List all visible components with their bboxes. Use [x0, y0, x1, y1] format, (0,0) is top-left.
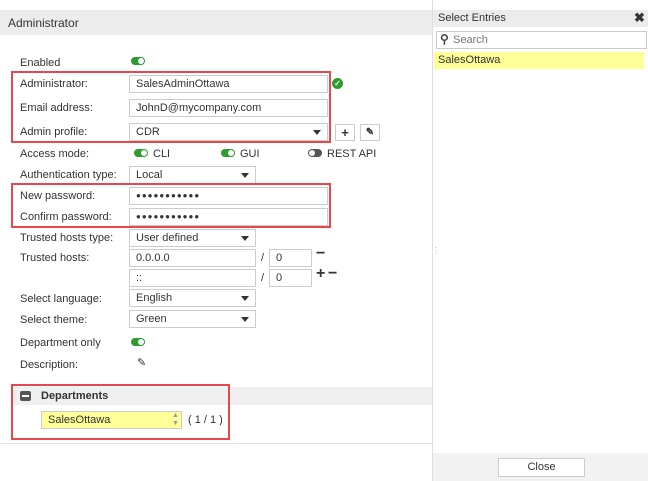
remove-host-button[interactable]: − — [328, 265, 337, 283]
language-label: Select language: — [20, 293, 102, 305]
edit-description-icon[interactable]: ✎ — [137, 356, 146, 369]
administrator-label: Administrator: — [20, 78, 88, 90]
theme-label: Select theme: — [20, 314, 88, 326]
add-profile-button[interactable]: + — [335, 124, 355, 141]
search-box[interactable]: ⚲ — [436, 31, 647, 49]
new-password-label: New password: — [20, 190, 96, 202]
department-only-label: Department only — [20, 337, 101, 349]
email-label: Email address: — [20, 102, 93, 114]
description-label: Description: — [20, 359, 79, 371]
trusted-host-ip-input[interactable]: 0.0.0.0 — [129, 249, 256, 267]
theme-select[interactable]: Green — [129, 310, 256, 328]
department-only-toggle[interactable] — [131, 338, 145, 346]
confirm-password-label: Confirm password: — [20, 211, 112, 223]
close-icon[interactable]: ✖ — [634, 10, 645, 26]
rest-api-label: REST API — [327, 148, 377, 160]
language-select[interactable]: English — [129, 289, 256, 307]
close-button[interactable]: Close — [498, 458, 585, 477]
add-host-button[interactable]: + — [316, 265, 325, 283]
enabled-toggle[interactable] — [131, 57, 145, 65]
trusted-hosts-label: Trusted hosts: — [20, 252, 90, 264]
administrator-input[interactable]: SalesAdminOttawa — [129, 75, 328, 93]
auth-type-label: Authentication type: — [20, 169, 117, 181]
remove-host-button[interactable]: − — [316, 245, 325, 263]
admin-profile-select[interactable]: CDR — [129, 123, 328, 141]
new-password-input[interactable]: ●●●●●●●●●●● — [129, 187, 328, 205]
edit-profile-button[interactable]: ✎ — [360, 124, 380, 141]
search-input[interactable] — [453, 33, 643, 47]
email-input[interactable]: JohnD@mycompany.com — [129, 99, 328, 117]
highlight-box — [11, 384, 230, 440]
auth-type-select[interactable]: Local — [129, 166, 256, 184]
divider — [0, 443, 432, 444]
page-title: Administrator — [8, 16, 79, 30]
resize-handle[interactable]: ⋮ — [432, 246, 440, 255]
trusted-host-mask-input[interactable]: 0 — [269, 249, 312, 267]
admin-profile-label: Admin profile: — [20, 126, 88, 138]
check-icon: ✓ — [332, 78, 343, 89]
trusted-hosts-type-select[interactable]: User defined — [129, 229, 256, 247]
gui-label: GUI — [240, 148, 260, 160]
edit-icon: ✎ — [365, 127, 375, 138]
cli-label: CLI — [153, 148, 171, 160]
trusted-hosts-type-label: Trusted hosts type: — [20, 232, 114, 244]
plus-icon: + — [341, 125, 349, 140]
trusted-host-mask-input[interactable]: 0 — [269, 269, 312, 287]
slash: / — [261, 252, 265, 264]
panel-divider — [432, 0, 433, 481]
confirm-password-input[interactable]: ●●●●●●●●●●● — [129, 208, 328, 226]
search-icon: ⚲ — [440, 32, 449, 46]
gui-toggle[interactable] — [221, 149, 235, 157]
rest-api-toggle[interactable] — [308, 149, 322, 157]
list-item[interactable]: SalesOttawa — [434, 52, 644, 69]
access-mode-label: Access mode: — [20, 148, 90, 160]
trusted-host-ip-input[interactable]: :: — [129, 269, 256, 287]
select-entries-title: Select Entries — [438, 12, 506, 24]
cli-toggle[interactable] — [134, 149, 148, 157]
enabled-label: Enabled — [20, 57, 61, 69]
slash: / — [261, 272, 265, 284]
